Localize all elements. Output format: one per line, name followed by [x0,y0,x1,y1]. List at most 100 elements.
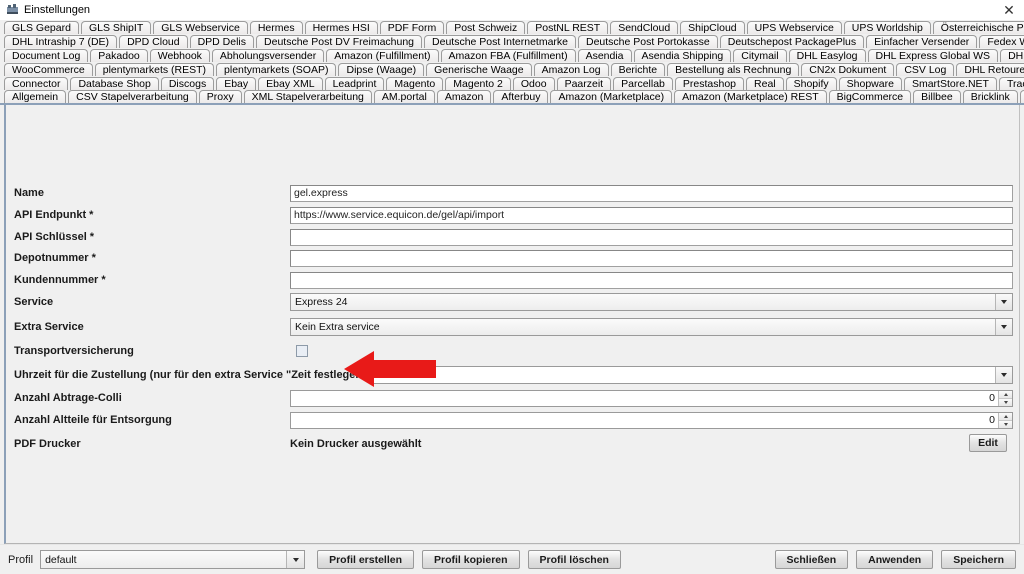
abtrage-colli-stepper-buttons [998,390,1012,406]
button-schließen[interactable]: Schließen [774,550,849,569]
tab-ebay[interactable]: Ebay [216,77,257,90]
pdf-drucker-edit-button[interactable]: Edit [969,434,1007,452]
tab-hermes-hsi[interactable]: Hermes HSI [304,21,378,34]
tab-dhl-intraship-7-de[interactable]: DHL Intraship 7 (DE) [4,35,118,48]
tab-magento[interactable]: Magento [386,77,444,90]
tab-am-portal[interactable]: AM.portal [373,90,435,103]
close-icon[interactable]: ✕ [998,1,1020,19]
tab-csv-log[interactable]: CSV Log [896,63,955,76]
tab-sendcloud[interactable]: SendCloud [610,21,679,34]
tab-postnl-rest[interactable]: PostNL REST [527,21,609,34]
tab-amazon-marketplace[interactable]: Amazon (Marketplace) [550,90,673,103]
tab-generische-waage[interactable]: Generische Waage [426,63,532,76]
tab-trackingportal[interactable]: Trackingportal [998,77,1024,90]
tab-odoo[interactable]: Odoo [512,77,555,90]
tab-document-log[interactable]: Document Log [4,49,89,62]
tab-post-schweiz[interactable]: Post Schweiz [446,21,526,34]
tab-deutsche-post-dv-freimachung[interactable]: Deutsche Post DV Freimachung [256,35,423,48]
tab-dpd-cloud[interactable]: DPD Cloud [119,35,188,48]
tab-bigcommerce[interactable]: BigCommerce [828,90,912,103]
tab-shopify[interactable]: Shopify [785,77,837,90]
tab-magento-2[interactable]: Magento 2 [445,77,511,90]
depotnummer-input[interactable] [290,249,1013,267]
tab-dpd-delis[interactable]: DPD Delis [189,35,255,48]
tab-einfacher-versender[interactable]: Einfacher Versender [866,35,978,48]
tab-xml-stapelverarbeitung[interactable]: XML Stapelverarbeitung [243,90,372,103]
tab-berichte[interactable]: Berichte [610,63,666,76]
tab-allgemein[interactable]: Allgemein [4,90,67,103]
tab-bricklink[interactable]: Bricklink [962,90,1018,103]
tab-connector[interactable]: Connector [4,77,69,90]
altteile-stepper[interactable]: 0 [290,411,1013,429]
tab-webhook[interactable]: Webhook [149,49,210,62]
tab-amazon[interactable]: Amazon [436,90,492,103]
service-select[interactable]: Express 24 [290,293,1013,311]
button-profil-löschen[interactable]: Profil löschen [527,550,621,569]
tab-cn2x-dokument[interactable]: CN2x Dokument [801,63,895,76]
tab-plentymarkets-soap[interactable]: plentymarkets (SOAP) [216,63,337,76]
tab-bestellung-als-rechnung[interactable]: Bestellung als Rechnung [667,63,800,76]
tab-deutsche-post-portokasse[interactable]: Deutsche Post Portokasse [578,35,718,48]
tab-deutschepost-packageplus[interactable]: Deutschepost PackagePlus [719,35,865,48]
tab-real[interactable]: Real [746,77,784,90]
tab-proxy[interactable]: Proxy [198,90,242,103]
tab-asendia[interactable]: Asendia [577,49,632,62]
button-profil-erstellen[interactable]: Profil erstellen [317,550,415,569]
tab-pdf-form[interactable]: PDF Form [379,21,445,34]
tab-dipse-waage[interactable]: Dipse (Waage) [338,63,425,76]
tab-gls-gepard[interactable]: GLS Gepard [4,21,79,34]
tab-parcellab[interactable]: Parcellab [613,77,673,90]
tab-gls-shipit[interactable]: GLS ShipIT [80,21,152,34]
kundennummer-input[interactable] [290,271,1013,289]
tab-afterbuy[interactable]: Afterbuy [493,90,549,103]
tab-dhl-express-global-ws[interactable]: DHL Express Global WS [867,49,999,62]
tab-amazon-log[interactable]: Amazon Log [533,63,609,76]
tab-discogs[interactable]: Discogs [160,77,215,90]
tab-brickowl[interactable]: Brickowl [1019,90,1024,103]
uhrzeit-select[interactable] [371,366,1013,384]
tab-billbee[interactable]: Billbee [913,90,961,103]
button-speichern[interactable]: Speichern [941,550,1016,569]
api-endpunkt-input[interactable]: https://www.service.equicon.de/gel/api/i… [290,206,1013,224]
tab-dhl-gesch-ftskundenversand[interactable]: DHL Geschäftskundenversand [1000,49,1024,62]
button-anwenden[interactable]: Anwenden [856,550,934,569]
name-input[interactable]: gel.express [290,184,1013,202]
api-schluessel-input[interactable] [290,228,1013,246]
tab-ebay-xml[interactable]: Ebay XML [258,77,323,90]
abtrage-colli-stepper[interactable]: 0 [290,389,1013,407]
tab-citymail[interactable]: Citymail [733,49,787,62]
tab-asendia-shipping[interactable]: Asendia Shipping [633,49,732,62]
tab-pakadoo[interactable]: Pakadoo [90,49,148,62]
button-profil-kopieren[interactable]: Profil kopieren [422,550,520,569]
tab-dhl-retoure[interactable]: DHL Retoure [956,63,1024,76]
tab-fedex-webservice[interactable]: Fedex Webservice [979,35,1024,48]
tab-csv-stapelverarbeitung[interactable]: CSV Stapelverarbeitung [68,90,197,103]
tab-shopware[interactable]: Shopware [838,77,902,90]
stepper-up-icon[interactable] [999,390,1012,399]
tab-woocommerce[interactable]: WooCommerce [4,63,93,76]
tab-ups-worldship[interactable]: UPS Worldship [843,21,931,34]
tab-dhl-easylog[interactable]: DHL Easylog [788,49,866,62]
tab-hermes[interactable]: Hermes [249,21,303,34]
tab-amazon-marketplace-rest[interactable]: Amazon (Marketplace) REST [674,90,827,103]
extra-service-select[interactable]: Kein Extra service [290,318,1013,336]
tab-plentymarkets-rest[interactable]: plentymarkets (REST) [94,63,215,76]
transportversicherung-checkbox[interactable] [296,345,308,357]
tab-paarzeit[interactable]: Paarzeit [556,77,612,90]
tab-ups-webservice[interactable]: UPS Webservice [746,21,842,34]
tab-amazon-fulfillment[interactable]: Amazon (Fulfillment) [326,49,439,62]
tab-amazon-fba-fulfillment[interactable]: Amazon FBA (Fulfillment) [440,49,576,62]
tab-smartstore-net[interactable]: SmartStore.NET [903,77,997,90]
tab-deutsche-post-internetmarke[interactable]: Deutsche Post Internetmarke [424,35,576,48]
tab-leadprint[interactable]: Leadprint [324,77,385,90]
profil-select[interactable]: default [40,550,306,569]
tab-abholungsversender[interactable]: Abholungsversender [211,49,325,62]
tab-shipcloud[interactable]: ShipCloud [680,21,745,34]
stepper-down-icon[interactable] [999,398,1012,406]
tab-prestashop[interactable]: Prestashop [674,77,745,90]
tab-sterreichische-post[interactable]: Österreichische Post [932,21,1024,34]
stepper-down-icon[interactable] [999,420,1012,428]
stepper-up-icon[interactable] [999,412,1012,421]
tab-gls-webservice[interactable]: GLS Webservice [153,21,248,34]
tab-database-shop[interactable]: Database Shop [70,77,159,90]
